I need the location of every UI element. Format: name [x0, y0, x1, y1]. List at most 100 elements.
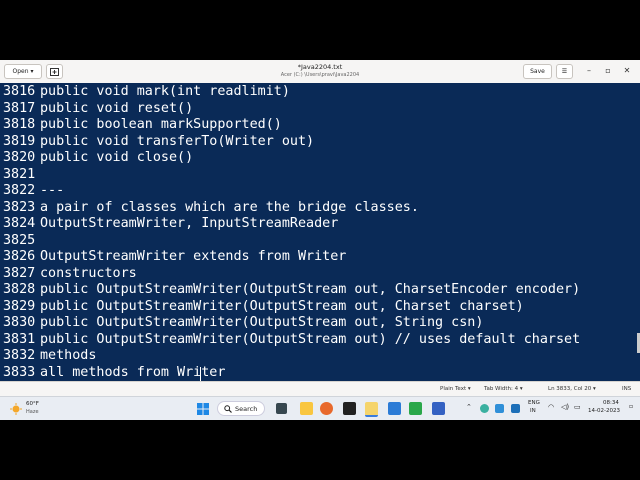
- insert-mode: INS: [622, 386, 632, 392]
- editor-line: 3821: [0, 167, 640, 184]
- editor-line: 3827 constructors: [0, 266, 640, 283]
- editor-line: 3823 a pair of classes which are the brid…: [0, 200, 640, 217]
- line-text[interactable]: all methods from Writer: [40, 365, 225, 382]
- line-number: 3820: [3, 150, 36, 165]
- wifi-icon[interactable]: ◠: [548, 403, 554, 411]
- line-text[interactable]: public void transferTo(Writer out): [40, 134, 314, 151]
- line-number: 3817: [3, 100, 36, 116]
- open-label: Open: [12, 68, 29, 75]
- taskbar-search[interactable]: Search: [217, 401, 265, 416]
- close-icon[interactable]: ✕: [620, 66, 634, 75]
- line-text[interactable]: ---: [40, 183, 64, 200]
- editor-line: 3819 public void transferTo(Writer out): [0, 134, 640, 151]
- file-path: Acer (C:) \Users\pravi\Java2204: [280, 72, 360, 78]
- tab-width-selector[interactable]: Tab Width: 4 ▾: [484, 386, 523, 392]
- line-number: 3829: [3, 298, 36, 314]
- battery-icon[interactable]: ▭: [574, 403, 581, 411]
- tray-app-icon-2[interactable]: [495, 404, 504, 413]
- line-number: 3828: [3, 282, 36, 297]
- clock-date[interactable]: 14-02-2023: [588, 408, 620, 414]
- tray-chevron-up-icon[interactable]: ⌃: [466, 403, 472, 411]
- line-text[interactable]: public OutputStreamWriter(OutputStream o…: [40, 332, 580, 349]
- new-tab-button[interactable]: [46, 64, 63, 79]
- editor-line: 3831 public OutputStreamWriter(OutputStre…: [0, 332, 640, 349]
- line-number: 3821: [3, 166, 36, 182]
- line-text[interactable]: public boolean markSupported(): [40, 117, 282, 134]
- terminal-icon[interactable]: [343, 402, 356, 415]
- line-text[interactable]: public OutputStreamWriter(OutputStream o…: [40, 282, 580, 299]
- status-bar: Plain Text ▾ Tab Width: 4 ▾ Ln 3833, Col…: [0, 381, 640, 397]
- syntax-selector[interactable]: Plain Text ▾: [440, 386, 471, 392]
- line-number: 3827: [3, 265, 36, 281]
- screen: Open ▾ *Java2204.txt Acer (C:) \Users\pr…: [0, 60, 640, 420]
- editor-line: 3822 ---: [0, 183, 640, 200]
- save-button[interactable]: Save: [523, 64, 552, 79]
- save-label: Save: [530, 68, 545, 75]
- line-number: 3833: [3, 364, 36, 380]
- file-explorer-icon[interactable]: [300, 402, 313, 415]
- windows-start-icon[interactable]: [197, 403, 209, 415]
- line-number: 3818: [3, 117, 36, 132]
- line-text[interactable]: public void close(): [40, 150, 193, 167]
- editor-line: 3816 public void mark(int readlimit): [0, 84, 640, 101]
- hamburger-menu-icon: ☰: [561, 68, 568, 75]
- line-text[interactable]: OutputStreamWriter, InputStreamReader: [40, 216, 338, 233]
- app-green-icon[interactable]: [409, 402, 422, 415]
- cursor-position[interactable]: Ln 3833, Col 20 ▾: [548, 386, 596, 392]
- tray-app-icon-3[interactable]: [511, 404, 520, 413]
- line-number: 3832: [3, 348, 36, 363]
- editor-line: 3832 methods: [0, 348, 640, 365]
- line-text[interactable]: constructors: [40, 266, 137, 283]
- line-number: 3830: [3, 315, 36, 330]
- line-number: 3831: [3, 331, 36, 347]
- editor-line: 3818 public boolean markSupported(): [0, 117, 640, 134]
- title-block: *Java2204.txt Acer (C:) \Users\pravi\Jav…: [240, 63, 400, 78]
- chevron-down-icon: ▾: [30, 68, 34, 75]
- line-number: 3823: [3, 199, 36, 215]
- editor-line: 3820 public void close(): [0, 150, 640, 167]
- editor-line: 3817 public void reset(): [0, 101, 640, 118]
- line-number: 3826: [3, 249, 36, 264]
- line-text[interactable]: OutputStreamWriter extends from Writer: [40, 249, 346, 266]
- editor-line: 3826 OutputStreamWriter extends from Writ…: [0, 249, 640, 266]
- weather-icon[interactable]: [10, 403, 22, 415]
- search-label: Search: [235, 404, 258, 413]
- maximize-icon[interactable]: ▫: [601, 66, 615, 75]
- text-editor[interactable]: 3816 public void mark(int readlimit) 3817…: [0, 83, 640, 381]
- line-text[interactable]: public void reset(): [40, 101, 193, 118]
- editor-line: 3829 public OutputStreamWriter(OutputStre…: [0, 299, 640, 316]
- search-icon: [224, 404, 232, 413]
- task-view-icon[interactable]: [276, 403, 287, 414]
- line-number: 3824: [3, 216, 36, 231]
- line-text[interactable]: public OutputStreamWriter(OutputStream o…: [40, 315, 483, 332]
- language-bottom[interactable]: IN: [530, 408, 536, 414]
- line-text[interactable]: public OutputStreamWriter(OutputStream o…: [40, 299, 524, 316]
- line-text[interactable]: a pair of classes which are the bridge c…: [40, 200, 419, 217]
- editor-line: 3825: [0, 233, 640, 250]
- line-number: 3825: [3, 232, 36, 248]
- weather-temperature: 60°F: [26, 401, 39, 407]
- editor-line: 3830 public OutputStreamWriter(OutputStre…: [0, 315, 640, 332]
- minimize-icon[interactable]: –: [582, 66, 596, 75]
- menu-button[interactable]: ☰: [556, 64, 573, 79]
- app-blue-icon[interactable]: [432, 402, 445, 415]
- window-title: *Java2204.txt: [297, 63, 343, 71]
- line-number: 3822: [3, 183, 36, 198]
- open-button[interactable]: Open ▾: [4, 64, 42, 79]
- line-text[interactable]: public void mark(int readlimit): [40, 84, 290, 101]
- taskbar: 60°F Haze Search ⌃ ENG IN ◠ ◁) ▭ 08:34 1…: [0, 396, 640, 420]
- editor-line: 3828 public OutputStreamWriter(OutputStre…: [0, 282, 640, 299]
- line-text[interactable]: methods: [40, 348, 96, 365]
- firefox-icon[interactable]: [320, 402, 333, 415]
- language-top[interactable]: ENG: [528, 400, 540, 406]
- editor-line: 3833 all methods from Writer: [0, 365, 640, 382]
- editor-line: 3824 OutputStreamWriter, InputStreamReade…: [0, 216, 640, 233]
- tray-app-icon-1[interactable]: [480, 404, 489, 413]
- text-caret: [200, 367, 201, 381]
- new-tab-icon: [50, 67, 59, 76]
- clock-time[interactable]: 08:34: [603, 400, 619, 406]
- text-editor-app-icon[interactable]: [365, 402, 378, 417]
- vscode-icon[interactable]: [388, 402, 401, 415]
- notification-icon[interactable]: ▫: [629, 403, 633, 410]
- volume-icon[interactable]: ◁): [561, 403, 569, 411]
